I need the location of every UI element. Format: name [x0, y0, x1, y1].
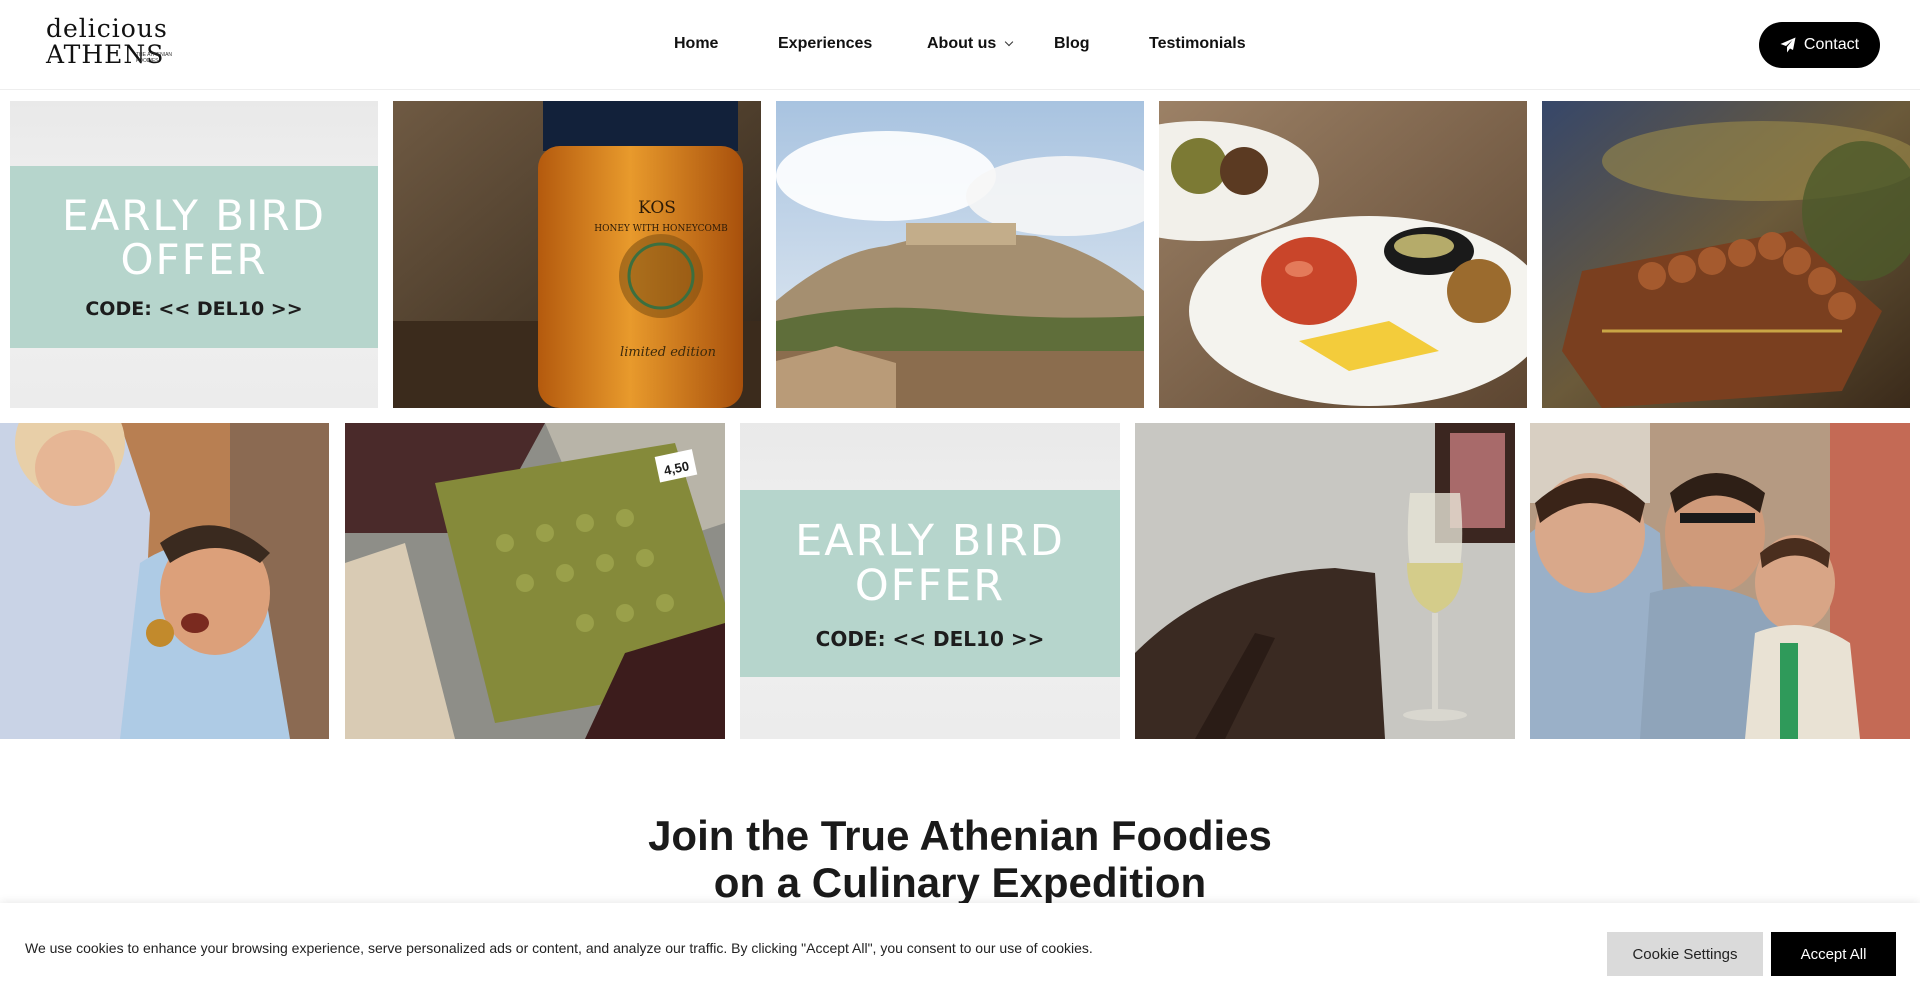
nav-testimonials[interactable]: Testimonials — [1149, 35, 1246, 53]
gallery-photo-stuffed-tomato[interactable] — [1159, 101, 1527, 408]
promo-code: CODE: << DEL10 >> — [815, 627, 1045, 651]
nav-blog[interactable]: Blog — [1054, 35, 1090, 53]
cinnamon-image — [1542, 101, 1910, 408]
chevron-down-icon — [1005, 37, 1014, 47]
promo-title: EARLY BIRD OFFER — [795, 516, 1065, 612]
jar-label-edition: limited edition — [620, 345, 716, 360]
jar-label-kos: KOS — [638, 198, 676, 218]
cookie-settings-button[interactable]: Cookie Settings — [1607, 932, 1763, 976]
site-header: delicious ATHENS The Athenian Foodies Ho… — [0, 0, 1920, 90]
gallery-photo-wine[interactable] — [1135, 423, 1515, 739]
honey-jar-image: KOS HONEY WITH HONEYCOMB limited edition — [393, 101, 761, 408]
contact-button[interactable]: Contact — [1759, 22, 1880, 68]
paper-plane-icon — [1780, 37, 1796, 53]
acropolis-image — [776, 101, 1144, 408]
jar-label-product: HONEY WITH HONEYCOMB — [594, 224, 728, 234]
stuffed-tomato-image — [1159, 101, 1527, 408]
gallery-photo-honey-jar[interactable]: KOS HONEY WITH HONEYCOMB limited edition — [393, 101, 761, 408]
nav-about-us[interactable]: About us — [927, 35, 1014, 53]
gallery-photo-acropolis[interactable] — [776, 101, 1144, 408]
gallery-promo-early-bird-2[interactable]: EARLY BIRD OFFER CODE: << DEL10 >> — [740, 423, 1120, 739]
contact-button-label: Contact — [1803, 36, 1860, 53]
olives-market-image: 4,50 — [345, 423, 725, 739]
page-headline: Join the True Athenian Foodies on a Culi… — [0, 812, 1920, 906]
accept-all-button[interactable]: Accept All — [1771, 932, 1896, 976]
cookie-banner: We use cookies to enhance your browsing … — [0, 903, 1920, 993]
group-tasting-image — [1530, 423, 1910, 739]
promo-title: EARLY BIRD OFFER — [61, 191, 326, 285]
headline-line-1: Join the True Athenian Foodies — [648, 812, 1272, 859]
nav-about-us-label: About us — [927, 35, 997, 52]
gallery-photo-group-tasting[interactable] — [1530, 423, 1910, 739]
logo-tagline: The Athenian Foodies — [136, 52, 173, 64]
site-logo[interactable]: delicious ATHENS The Athenian Foodies — [46, 16, 186, 72]
promo-code: CODE: << DEL10 >> — [85, 298, 303, 320]
cookie-message: We use cookies to enhance your browsing … — [25, 940, 1093, 956]
headline-line-2: on a Culinary Expedition — [713, 859, 1207, 906]
gallery-promo-early-bird-1[interactable]: EARLY BIRD OFFER CODE: << DEL10 >> — [10, 101, 378, 408]
gallery-photo-tasting[interactable] — [0, 423, 329, 739]
gallery-photo-cinnamon[interactable] — [1542, 101, 1910, 408]
nav-home[interactable]: Home — [674, 35, 718, 53]
white-wine-image — [1135, 423, 1515, 739]
food-tasting-image — [0, 423, 329, 739]
nav-experiences[interactable]: Experiences — [778, 35, 872, 53]
gallery-photo-olives[interactable]: 4,50 — [345, 423, 725, 739]
